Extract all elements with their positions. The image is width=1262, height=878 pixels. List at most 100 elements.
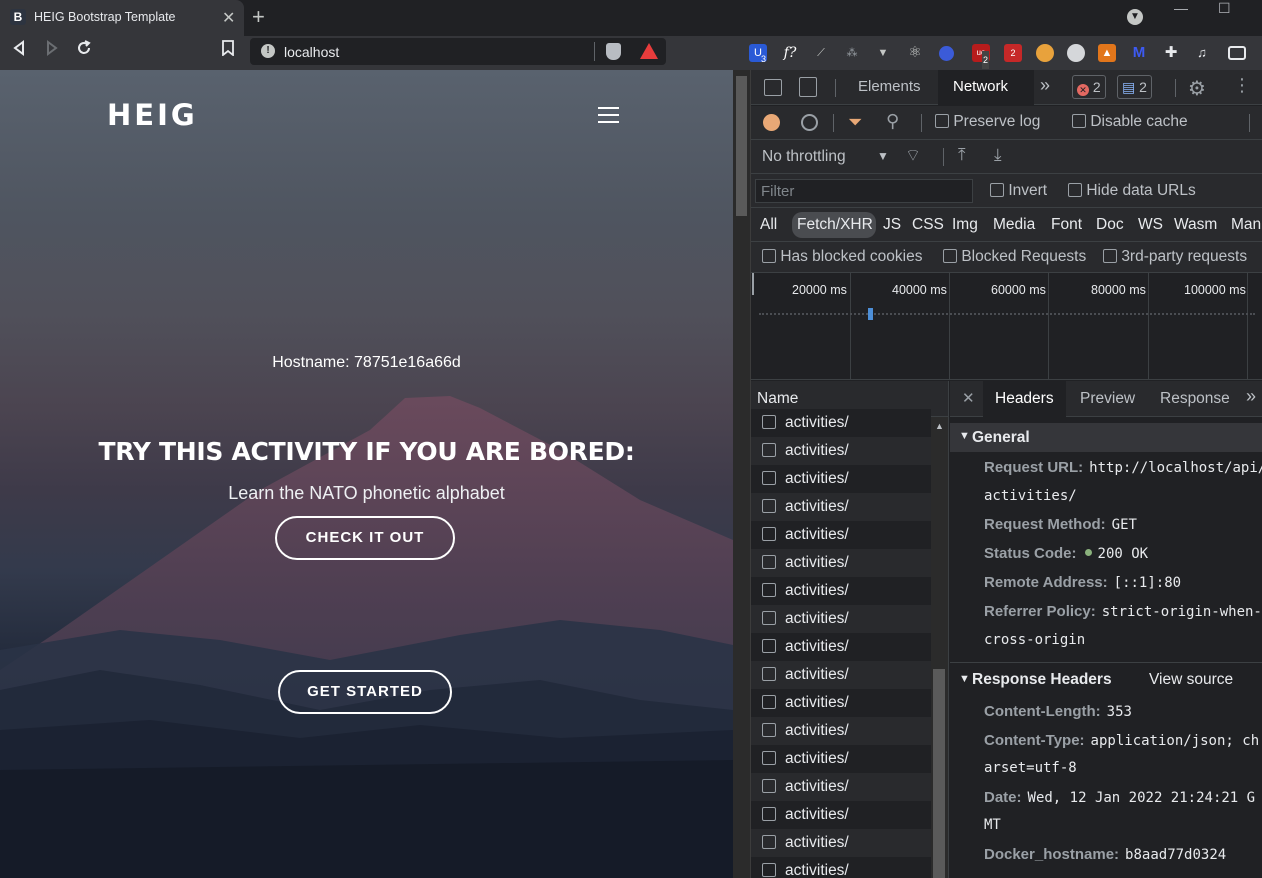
row-checkbox[interactable]: [762, 611, 776, 625]
extensions-puzzle-icon[interactable]: ✚: [1162, 44, 1180, 62]
more-options-icon[interactable]: ⋮: [1233, 75, 1251, 96]
m-extension-icon[interactable]: M: [1130, 44, 1148, 62]
reload-icon[interactable]: [76, 40, 92, 61]
request-row[interactable]: activities/: [751, 577, 931, 605]
more-tabs-icon[interactable]: »: [1246, 386, 1256, 407]
maximize-icon[interactable]: ☐: [1218, 0, 1231, 17]
tab-search-icon[interactable]: ▼: [1127, 9, 1143, 25]
back-icon[interactable]: [12, 40, 26, 61]
type-css[interactable]: CSS: [912, 216, 944, 234]
filter-input[interactable]: Filter: [755, 179, 973, 203]
error-count-badge[interactable]: ✕ 2: [1072, 75, 1106, 99]
minimize-icon[interactable]: —: [1174, 0, 1188, 16]
scrollbar-thumb[interactable]: [736, 76, 747, 216]
more-tabs-icon[interactable]: »: [1040, 75, 1050, 96]
request-row[interactable]: activities/: [751, 801, 931, 829]
eyedropper-icon[interactable]: ⟋: [812, 44, 830, 62]
network-conditions-icon[interactable]: ⌔: [905, 145, 921, 166]
wallet-icon[interactable]: [1228, 46, 1246, 60]
message-count-badge[interactable]: ▤ 2: [1117, 75, 1152, 99]
search-icon[interactable]: ⚲: [886, 111, 899, 132]
brave-shield-icon[interactable]: [606, 43, 621, 60]
scroll-up-arrow-icon[interactable]: ▲: [935, 421, 944, 431]
extension-icon[interactable]: U3: [749, 44, 767, 64]
row-checkbox[interactable]: [762, 555, 776, 569]
view-source-link[interactable]: View source: [1149, 671, 1233, 689]
tab-network[interactable]: Network: [938, 70, 1034, 105]
type-manifest[interactable]: Man: [1231, 216, 1261, 234]
site-info-icon[interactable]: !: [261, 44, 275, 58]
import-har-icon[interactable]: ⤒: [958, 145, 966, 165]
type-wasm[interactable]: Wasm: [1174, 216, 1217, 234]
scrollbar-thumb[interactable]: [933, 669, 945, 878]
row-checkbox[interactable]: [762, 779, 776, 793]
row-checkbox[interactable]: [762, 751, 776, 765]
url-text[interactable]: localhost: [284, 44, 339, 60]
row-checkbox[interactable]: [762, 667, 776, 681]
blocked-requests-checkbox[interactable]: Blocked Requests: [943, 248, 1086, 266]
request-row[interactable]: activities/: [751, 829, 931, 857]
throttling-select[interactable]: No throttling: [762, 148, 846, 166]
general-section-header[interactable]: ▼ General: [950, 423, 1262, 452]
network-timeline[interactable]: 20000 ms 40000 ms 60000 ms 80000 ms 1000…: [751, 273, 1262, 380]
row-checkbox[interactable]: [762, 443, 776, 457]
third-party-requests-checkbox[interactable]: 3rd-party requests: [1103, 248, 1247, 266]
request-row[interactable]: activities/: [751, 745, 931, 773]
row-checkbox[interactable]: [762, 835, 776, 849]
globe-icon[interactable]: [1036, 44, 1054, 62]
hamburger-menu-icon[interactable]: [598, 107, 619, 124]
blue-circle-icon[interactable]: [939, 46, 954, 61]
row-checkbox[interactable]: [762, 723, 776, 737]
device-toolbar-icon[interactable]: [799, 77, 817, 97]
invert-checkbox[interactable]: Invert: [990, 182, 1047, 200]
close-details-icon[interactable]: ✕: [962, 389, 975, 407]
tab-elements[interactable]: Elements: [858, 78, 921, 95]
clear-icon[interactable]: [801, 114, 818, 131]
media-control-icon[interactable]: ♫: [1193, 44, 1211, 62]
inspect-element-icon[interactable]: [764, 79, 782, 96]
has-blocked-cookies-checkbox[interactable]: Has blocked cookies: [762, 248, 922, 266]
record-icon[interactable]: [763, 114, 780, 131]
request-row[interactable]: activities/: [751, 409, 931, 437]
row-checkbox[interactable]: [762, 695, 776, 709]
filter-funnel-icon[interactable]: ⏷: [848, 112, 862, 133]
address-bar[interactable]: ! localhost: [250, 38, 666, 65]
metamask-icon[interactable]: ▲: [1098, 44, 1116, 62]
type-media[interactable]: Media: [993, 216, 1035, 234]
request-row[interactable]: activities/: [751, 549, 931, 577]
preserve-log-checkbox[interactable]: Preserve log: [935, 113, 1040, 131]
brave-rewards-icon[interactable]: [640, 43, 658, 59]
row-checkbox[interactable]: [762, 415, 776, 429]
vuetify-icon[interactable]: ▼: [874, 44, 892, 62]
request-row[interactable]: activities/: [751, 689, 931, 717]
row-checkbox[interactable]: [762, 583, 776, 597]
type-fetch-xhr[interactable]: Fetch/XHR: [792, 212, 876, 238]
request-row[interactable]: activities/: [751, 521, 931, 549]
row-checkbox[interactable]: [762, 471, 776, 485]
row-checkbox[interactable]: [762, 807, 776, 821]
type-js[interactable]: JS: [883, 216, 901, 234]
response-headers-section-header[interactable]: ▼ Response Headers View source: [950, 669, 1262, 695]
request-list-scrollbar[interactable]: ▲: [931, 417, 948, 878]
request-row[interactable]: activities/: [751, 465, 931, 493]
type-font[interactable]: Font: [1051, 216, 1082, 234]
type-img[interactable]: Img: [952, 216, 978, 234]
formula-extension-icon[interactable]: f?: [781, 44, 799, 62]
request-row[interactable]: activities/: [751, 857, 931, 878]
request-row[interactable]: activities/: [751, 437, 931, 465]
disable-cache-checkbox[interactable]: Disable cache: [1072, 113, 1188, 131]
react-devtools-icon[interactable]: ⚛: [906, 44, 924, 62]
request-row[interactable]: activities/: [751, 661, 931, 689]
ublock-icon[interactable]: uo 2: [972, 44, 990, 69]
page-scrollbar[interactable]: [733, 70, 750, 878]
type-doc[interactable]: Doc: [1096, 216, 1124, 234]
tab-headers[interactable]: Headers: [983, 381, 1066, 417]
row-checkbox[interactable]: [762, 863, 776, 877]
tab-close-icon[interactable]: ✕: [222, 8, 235, 28]
check-it-out-button[interactable]: CHECK IT OUT: [275, 516, 455, 560]
type-ws[interactable]: WS: [1138, 216, 1163, 234]
get-started-button[interactable]: GET STARTED: [278, 670, 452, 714]
chevron-down-icon[interactable]: ▼: [877, 149, 889, 163]
bookmark-icon[interactable]: [222, 40, 234, 61]
request-row[interactable]: activities/: [751, 773, 931, 801]
